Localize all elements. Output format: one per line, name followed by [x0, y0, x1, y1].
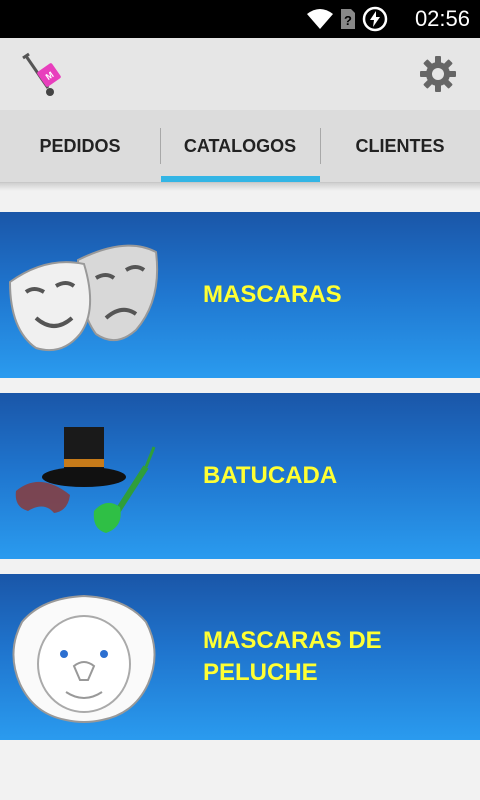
- action-bar: M: [0, 38, 480, 110]
- no-sim-icon: ?: [341, 9, 355, 29]
- wifi-icon: [307, 9, 333, 29]
- tab-label: CLIENTES: [355, 135, 445, 156]
- tab-label: CATALOGOS: [183, 135, 297, 156]
- hand-truck-icon[interactable]: M: [18, 50, 68, 100]
- catalog-item-label: MASCARAS DE PELUCHE: [203, 627, 382, 686]
- catalog-item-label: BATUCADA: [203, 462, 338, 489]
- tab-catalogos[interactable]: CATALOGOS: [160, 110, 320, 182]
- tab-clientes[interactable]: CLIENTES: [320, 110, 480, 182]
- theater-masks-icon: [8, 244, 159, 352]
- svg-text:?: ?: [344, 13, 352, 28]
- catalog-item-mascaras[interactable]: MASCARAS: [0, 212, 480, 378]
- battery-charging-icon: [362, 6, 388, 32]
- lion-mask-icon: [12, 594, 156, 723]
- gear-icon[interactable]: [418, 54, 458, 94]
- tab-shadow: [0, 183, 480, 191]
- tab-bar: PEDIDOS CATALOGOS CLIENTES: [0, 110, 480, 183]
- clock: 02:56: [414, 6, 470, 31]
- tab-label: PEDIDOS: [39, 135, 121, 156]
- catalog-item-label: MASCARAS: [203, 281, 342, 308]
- status-bar: ? 02:56: [0, 0, 480, 38]
- party-props-icon: [15, 427, 156, 533]
- catalog-item-batucada[interactable]: BATUCADA: [0, 393, 480, 559]
- tab-pedidos[interactable]: PEDIDOS: [0, 110, 160, 182]
- catalog-item-mascaras-de-peluche[interactable]: MASCARAS DE PELUCHE: [0, 574, 480, 740]
- selected-tab-indicator: [161, 176, 320, 182]
- status-icons: ?: [306, 6, 388, 32]
